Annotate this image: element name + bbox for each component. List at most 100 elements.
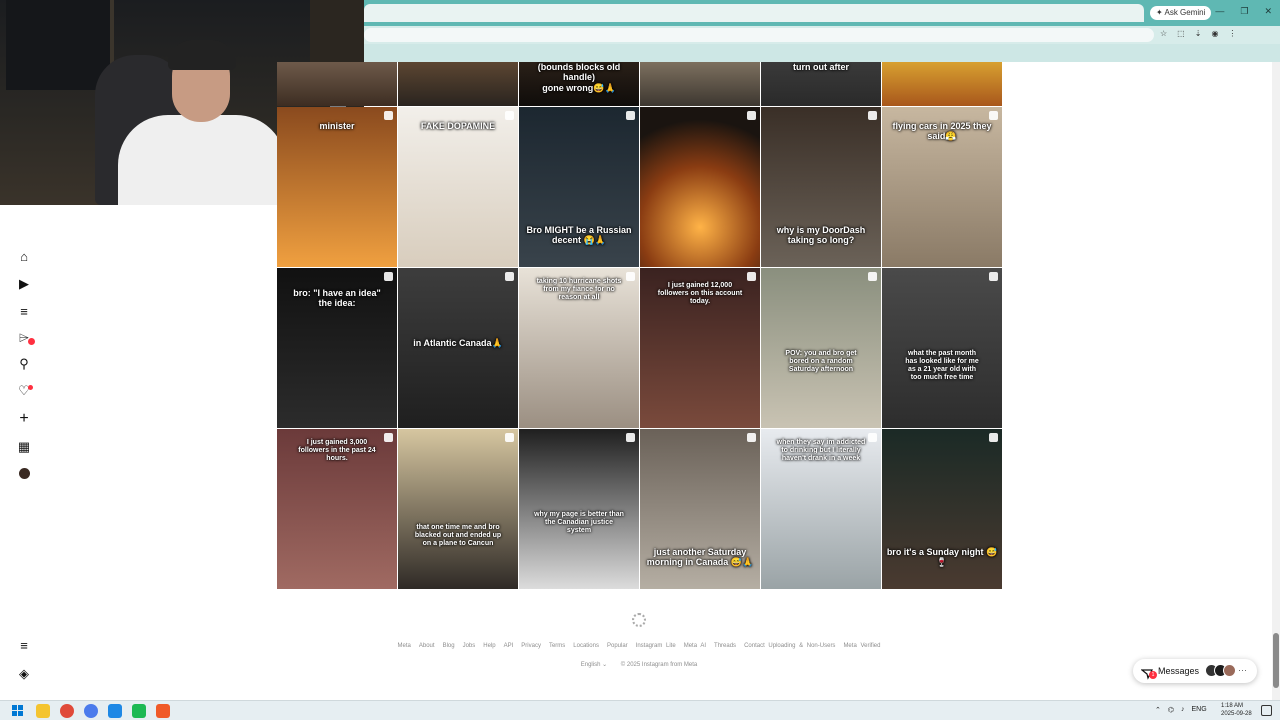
messages-count-badge: 1	[1149, 671, 1157, 679]
reel-caption: minister	[319, 121, 355, 131]
reel-thumbnail[interactable]: why my page is better than the Canadian …	[519, 429, 639, 589]
windows-taskbar: ⌃ ⌬ ♪ ENG 1:18 AM 2025-09-28	[0, 700, 1280, 720]
taskbar-app-icon[interactable]	[36, 704, 50, 718]
create-icon[interactable]: +	[16, 411, 32, 427]
footer-link[interactable]: Privacy	[521, 643, 541, 649]
clock-time: 1:18 AM	[1221, 703, 1244, 709]
reel-thumbnail[interactable]: turn out after	[761, 62, 881, 106]
reel-caption: what the past month has looked like for …	[905, 350, 979, 382]
footer-link[interactable]: Terms	[549, 643, 565, 649]
reel-icon	[989, 433, 998, 442]
reel-caption: that one time me and bro blacked out and…	[414, 524, 502, 548]
address-bar[interactable]	[364, 28, 1154, 42]
taskbar-app-icon[interactable]	[108, 704, 122, 718]
messages-icon[interactable]: ⌲	[16, 330, 35, 346]
reel-thumbnail[interactable]	[640, 107, 760, 267]
scrollbar-thumb[interactable]	[1273, 633, 1279, 688]
extensions-icon[interactable]: ⬚	[1177, 29, 1185, 38]
reels-icon[interactable]: ▶	[16, 276, 32, 292]
system-clock[interactable]: 1:18 AM 2025-09-28	[1221, 702, 1252, 718]
reel-thumbnail[interactable]: POV: you and bro get bored on a random S…	[761, 268, 881, 428]
taskbar-app-icon[interactable]	[156, 704, 170, 718]
page-scrollbar[interactable]	[1272, 62, 1280, 700]
reel-thumbnail[interactable]: when they say im addicted to drinking bu…	[761, 429, 881, 589]
footer-link[interactable]: Contact Uploading & Non-Users	[744, 643, 835, 649]
reel-icon	[747, 433, 756, 442]
reel-caption: why my page is better than the Canadian …	[534, 511, 624, 535]
windows-start-icon[interactable]	[12, 704, 26, 718]
reel-icon	[505, 433, 514, 442]
reel-thumbnail[interactable]: Bro MIGHT be a Russian decent 😭🙏	[519, 107, 639, 267]
notification-center-icon[interactable]	[1261, 705, 1272, 716]
footer-link[interactable]: Locations	[573, 643, 599, 649]
reel-caption: flying cars in 2025 they said😤	[892, 121, 992, 142]
reel-icon	[505, 272, 514, 281]
footer-link[interactable]: Jobs	[463, 643, 476, 649]
reel-icon	[626, 433, 635, 442]
reel-thumbnail[interactable]	[882, 62, 1002, 106]
footer-link[interactable]: Threads	[714, 643, 736, 649]
close-button[interactable]: ✕	[1264, 6, 1272, 17]
reel-caption: bro: "I have an idea" the idea:	[293, 288, 381, 309]
feed-icon[interactable]: ≡	[16, 304, 32, 320]
footer-link[interactable]: About	[419, 643, 435, 649]
reel-thumbnail[interactable]: minister	[277, 107, 397, 267]
reel-thumbnail[interactable]: what the past month has looked like for …	[882, 268, 1002, 428]
reel-thumbnail[interactable]: just another Saturday morning in Canada …	[640, 429, 760, 589]
search-icon[interactable]: ⚲	[16, 356, 32, 372]
footer-link[interactable]: API	[504, 643, 514, 649]
ask-gemini-button[interactable]: ✦ Ask Gemini	[1150, 6, 1212, 20]
reel-caption: turn out after	[793, 62, 849, 72]
bookmark-icon[interactable]: ☆	[1160, 29, 1167, 38]
more-menu-icon[interactable]: ≡	[16, 638, 32, 654]
tray-chevron-icon[interactable]: ⌃	[1155, 706, 1161, 714]
messages-button[interactable]: 1 Messages ···	[1133, 659, 1257, 683]
webcam-window-bg	[6, 0, 114, 90]
reel-thumbnail[interactable]	[640, 62, 760, 106]
reel-thumbnail[interactable]: bro it's a Sunday night 😅🍷	[882, 429, 1002, 589]
footer-link[interactable]: Blog	[443, 643, 455, 649]
reel-thumbnail[interactable]: taking 10 hurricane shots from my fiance…	[519, 268, 639, 428]
browser-tab[interactable]	[364, 4, 1144, 22]
reel-thumbnail[interactable]: bro: "I have an idea" the idea:	[277, 268, 397, 428]
reel-thumbnail[interactable]	[398, 62, 518, 106]
dashboard-icon[interactable]: ▦	[16, 439, 32, 455]
loading-spinner-icon	[632, 613, 646, 627]
reel-thumbnail[interactable]: why is my DoorDash taking so long?	[761, 107, 881, 267]
profile-avatar-icon[interactable]	[16, 467, 32, 483]
footer-link[interactable]: Meta	[398, 643, 411, 649]
footer-copyright: English ⌄ © 2025 Instagram from Meta	[276, 661, 1002, 668]
notifications-icon[interactable]: ♡	[16, 383, 33, 399]
download-icon[interactable]: ⇣	[1195, 29, 1202, 38]
reel-thumbnail[interactable]	[277, 62, 397, 106]
meta-apps-icon[interactable]: ◈	[16, 666, 32, 682]
taskbar-app-icon[interactable]	[84, 704, 98, 718]
network-icon[interactable]: ⌬	[1168, 706, 1174, 714]
ask-gemini-label: Ask Gemini	[1164, 8, 1206, 17]
reel-thumbnail[interactable]: flying cars in 2025 they said😤	[882, 107, 1002, 267]
reel-thumbnail[interactable]: in Atlantic Canada🙏	[398, 268, 518, 428]
footer-link[interactable]: Popular	[607, 643, 628, 649]
reel-thumbnail[interactable]: (bounds blocks old handle) gone wrong😅🙏	[519, 62, 639, 106]
reel-thumbnail[interactable]: that one time me and bro blacked out and…	[398, 429, 518, 589]
taskbar-app-icon[interactable]	[60, 704, 74, 718]
reel-icon	[989, 272, 998, 281]
instagram-sidebar: ⌂ ▶ ≡ ⌲ ⚲ ♡ + ▦ ≡ ◈	[6, 205, 54, 700]
home-icon[interactable]: ⌂	[16, 249, 32, 265]
menu-icon[interactable]: ⋮	[1228, 29, 1236, 38]
maximize-button[interactable]: ❐	[1240, 6, 1248, 17]
reel-caption: bro it's a Sunday night 😅🍷	[886, 547, 998, 568]
minimize-button[interactable]: —	[1215, 6, 1224, 17]
volume-icon[interactable]: ♪	[1181, 706, 1185, 714]
footer-link[interactable]: Help	[483, 643, 495, 649]
language-selector[interactable]: English ⌄	[581, 662, 607, 668]
footer-link[interactable]: Instagram Lite	[636, 643, 676, 649]
profile-icon[interactable]: ◉	[1211, 29, 1218, 38]
reel-thumbnail[interactable]: I just gained 12,000 followers on this a…	[640, 268, 760, 428]
taskbar-app-icon[interactable]	[132, 704, 146, 718]
language-indicator[interactable]: ENG	[1192, 706, 1207, 714]
footer-link[interactable]: Meta AI	[684, 643, 706, 649]
footer-link[interactable]: Meta Verified	[843, 643, 880, 649]
reel-thumbnail[interactable]: FAKE DOPAMINE	[398, 107, 518, 267]
reel-thumbnail[interactable]: I just gained 3,000 followers in the pas…	[277, 429, 397, 589]
